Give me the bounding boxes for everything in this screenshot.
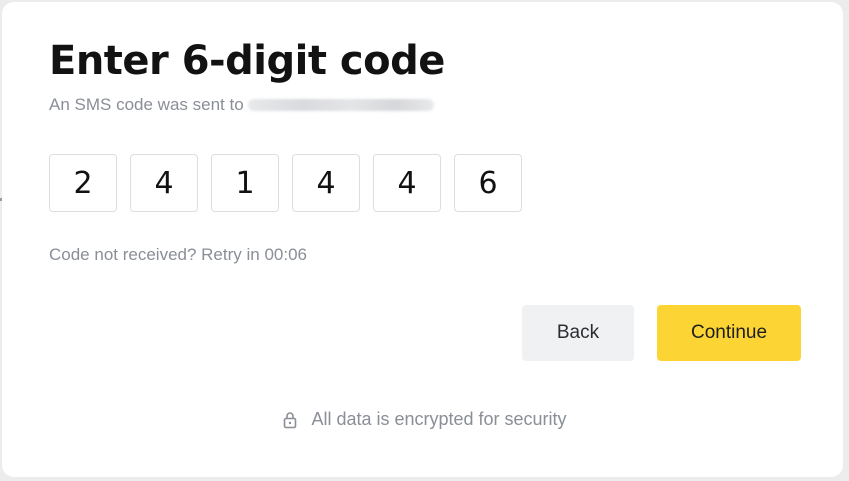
continue-button[interactable]: Continue <box>657 305 801 361</box>
masked-phone-number <box>247 99 434 111</box>
code-digit-4[interactable]: 4 <box>292 154 360 212</box>
back-button[interactable]: Back <box>522 305 634 361</box>
page-title: Enter 6-digit code <box>49 38 445 84</box>
lock-icon <box>282 411 298 429</box>
code-digit-3[interactable]: 1 <box>211 154 279 212</box>
security-text: All data is encrypted for security <box>311 409 567 429</box>
sms-sent-notice: An SMS code was sent to <box>49 94 434 116</box>
code-digit-6[interactable]: 6 <box>454 154 522 212</box>
code-input-group: 2 4 1 4 4 6 <box>49 154 535 212</box>
security-note: All data is encrypted for security <box>2 409 843 430</box>
code-digit-1[interactable]: 2 <box>49 154 117 212</box>
verification-dialog: Enter 6-digit code An SMS code was sent … <box>2 2 843 477</box>
retry-countdown: Code not received? Retry in 00:06 <box>49 245 307 264</box>
sms-sent-label: An SMS code was sent to <box>49 95 244 114</box>
code-digit-5[interactable]: 4 <box>373 154 441 212</box>
code-digit-2[interactable]: 4 <box>130 154 198 212</box>
